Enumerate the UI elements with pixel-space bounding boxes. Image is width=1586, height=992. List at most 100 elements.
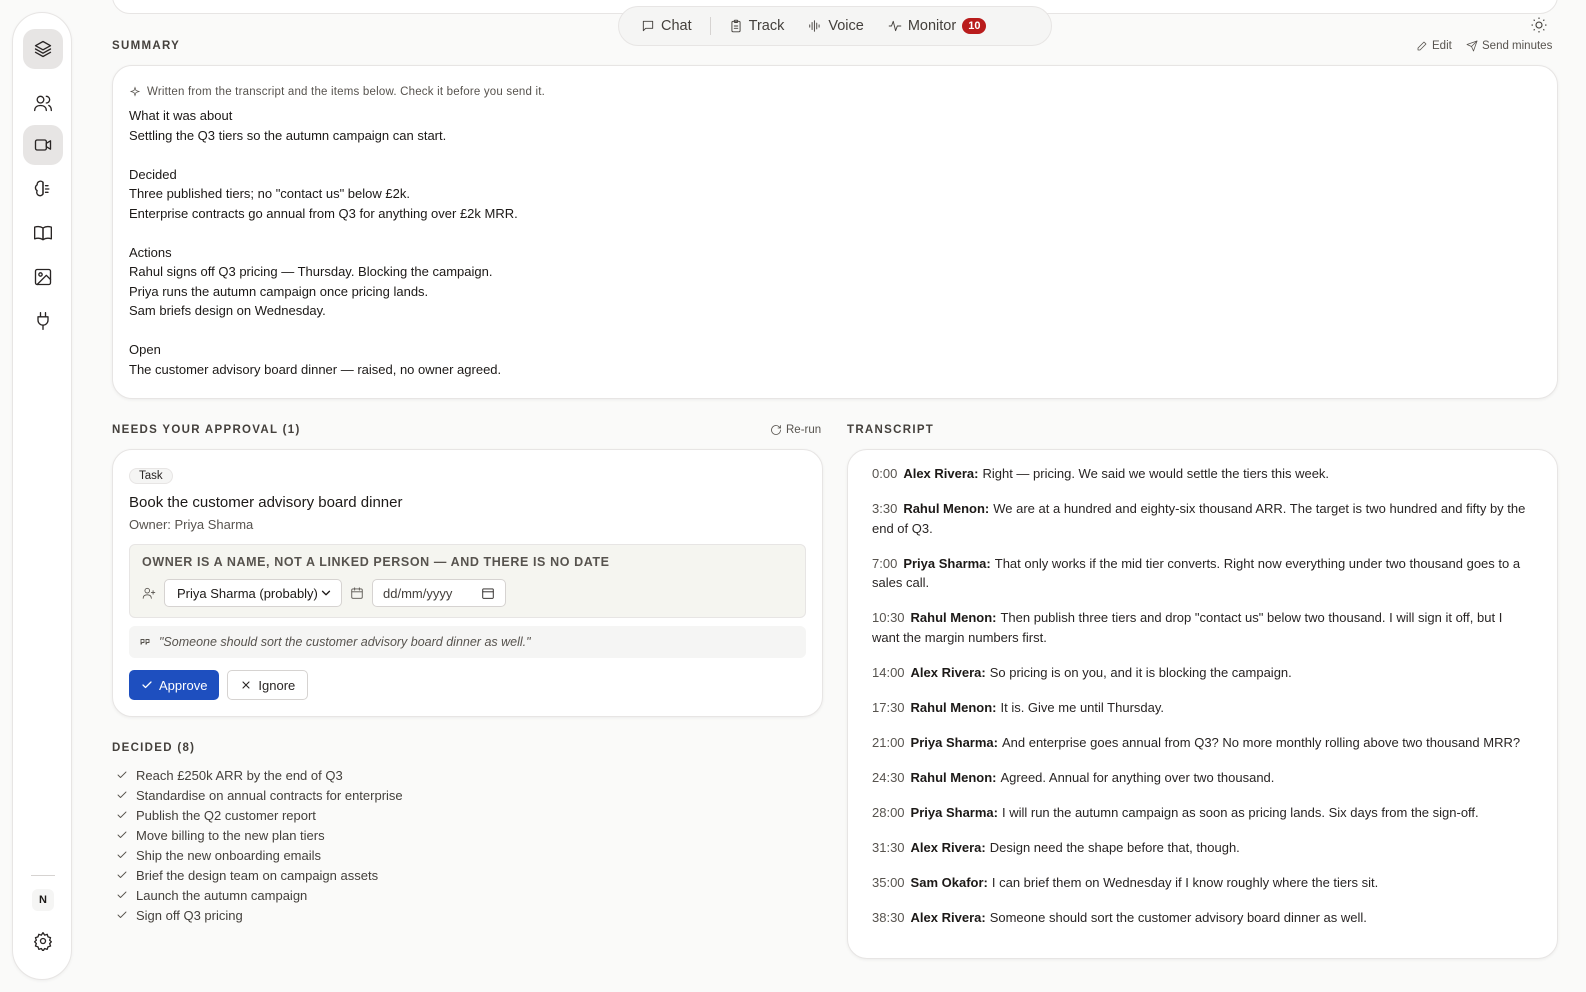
check-icon [117,891,127,898]
speaker: Rahul Menon: [910,610,997,625]
transcript-heading: TRANSCRIPT [847,424,935,436]
transcript-line: 0:00 Alex Rivera: Right — pricing. We said… [872,464,1533,484]
timestamp[interactable]: 35:00 [872,875,905,890]
decided-item: Launch the autumn campaign [116,885,403,905]
summary-line: Enterprise contracts go annual from Q3 f… [129,205,518,221]
approve-button[interactable]: Approve [129,670,220,700]
ignore-button[interactable]: Ignore [227,670,309,700]
utterance: Design need the shape before that, thoug… [989,839,1240,855]
transcript-line: 38:30 Alex Rivera: Someone should sort the… [872,908,1533,928]
timestamp[interactable]: 24:30 [872,770,905,785]
utterance: And enterprise goes annual from Q3? No m… [1001,734,1521,750]
summary-line [129,223,1541,243]
nav-chat[interactable]: Chat [629,12,704,40]
meetings-button[interactable] [23,125,63,165]
summary-note: Written from the transcript and the item… [129,86,1541,98]
date-placeholder: dd/mm/yyyy [383,585,453,601]
decided-item: Move billing to the new plan tiers [116,825,403,845]
utterance: So pricing is on you, and it is blocking… [989,664,1292,680]
speaker: Alex Rivera: [910,839,986,855]
refresh-icon [771,425,781,435]
date-input[interactable]: dd/mm/yyyy [372,579,506,607]
top-nav: Chat Track Voice Monitor 10 [618,6,1052,46]
check-icon [117,771,127,778]
plug-icon [37,312,49,330]
nav-track[interactable]: Track [717,12,797,40]
owner-select[interactable]: Priya Sharma (probably) [164,579,342,607]
gear-icon [34,932,52,951]
speaker: Rahul Menon: [910,769,997,785]
summary-heading: SUMMARY [112,40,181,52]
summary-line: The customer advisory board dinner — rai… [129,361,502,377]
transcript-line: 28:00 Priya Sharma: I will run the autumn … [872,803,1533,823]
speaker: Sam Okafor: [910,874,988,890]
timestamp[interactable]: 21:00 [872,735,905,750]
summary-line [129,321,1541,341]
task-title: Book the customer advisory board dinner [129,494,403,511]
brain-icon [34,180,50,197]
transcript-line: 7:00 Priya Sharma: That only works if the … [872,554,1533,593]
summary-line: Open [129,342,161,357]
decided-item: Reach £250k ARR by the end of Q3 [116,765,403,785]
edit-button[interactable]: Edit [1416,40,1452,52]
decided-heading: DECIDED (8) [112,742,196,754]
people-button[interactable] [23,83,63,123]
decided-item-label: Publish the Q2 customer report [136,807,316,823]
integrations-button[interactable] [23,301,63,341]
video-icon [34,139,52,151]
timestamp[interactable]: 3:30 [872,501,897,516]
sun-icon [1531,17,1547,33]
timestamp[interactable]: 0:00 [872,466,897,481]
utterance: I will run the autumn campaign as soon a… [1001,804,1479,820]
utterance: Agreed. Annual for anything over two tho… [1000,769,1275,785]
nav-monitor[interactable]: Monitor 10 [876,12,999,40]
check-icon [117,911,127,918]
send-minutes-button[interactable]: Send minutes [1466,40,1552,52]
check-icon [117,791,127,798]
timestamp[interactable]: 7:00 [872,556,897,571]
summary-line: Sam briefs design on Wednesday. [129,303,326,318]
check-icon [117,851,127,858]
check-icon [117,811,127,818]
rerun-button[interactable]: Re-run [770,424,821,436]
timestamp[interactable]: 14:00 [872,665,905,680]
settings-button[interactable] [23,921,63,961]
nav-separator [709,17,711,35]
memory-button[interactable] [23,169,63,209]
task-tag: Task [129,468,173,484]
speaker: Rahul Menon: [910,699,997,715]
decided-item: Sign off Q3 pricing [116,905,403,925]
image-icon [34,268,52,286]
check-icon [117,831,127,838]
check-icon [142,681,152,689]
avatar[interactable]: N [32,889,54,911]
nav-monitor-label: Monitor [907,18,957,34]
calendar-icon [351,587,363,599]
timestamp[interactable]: 38:30 [872,910,905,925]
timestamp[interactable]: 17:30 [872,700,905,715]
speaker: Priya Sharma: [910,734,998,750]
utterance: I can brief them on Wednesday if I know … [991,874,1379,890]
nav-track-label: Track [748,18,785,34]
transcript-line: 31:30 Alex Rivera: Design need the shape b… [872,838,1533,858]
nav-voice[interactable]: Voice [796,12,875,40]
layers-button[interactable] [23,29,63,69]
send-minutes-label: Send minutes [1482,40,1553,52]
waveform-icon [809,20,820,32]
decided-item-label: Reach £250k ARR by the end of Q3 [136,767,343,783]
timestamp[interactable]: 10:30 [872,610,905,625]
theme-toggle[interactable] [1530,16,1550,36]
speaker: Alex Rivera: [910,909,986,925]
decided-item-label: Launch the autumn campaign [136,887,308,903]
library-button[interactable] [23,213,63,253]
rerun-label: Re-run [786,424,822,436]
owner-select-value: Priya Sharma (probably) [177,585,318,601]
timestamp[interactable]: 31:30 [872,840,905,855]
utterance: Someone should sort the customer advisor… [989,909,1367,925]
media-button[interactable] [23,257,63,297]
warning-box: OWNER IS A NAME, NOT A LINKED PERSON — A… [129,544,806,618]
timestamp[interactable]: 28:00 [872,805,905,820]
speaker: Rahul Menon: [903,501,990,516]
check-icon [117,871,127,878]
calendar-picker-icon[interactable] [481,586,495,600]
